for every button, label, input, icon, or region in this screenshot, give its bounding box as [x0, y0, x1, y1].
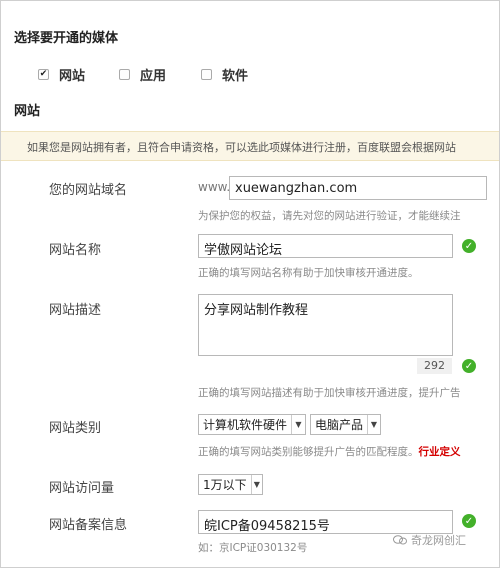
- icp-record-label: 网站备案信息: [49, 518, 128, 533]
- domain-hint: 为保护您的权益，请先对您的网站进行验证，才能继续注: [198, 210, 461, 222]
- dropdown-arrow-icon[interactable]: ▼: [291, 415, 305, 434]
- site-name-label: 网站名称: [49, 243, 102, 258]
- site-category-hint-text: 正确的填写网站类别能够提升广告的匹配程度。: [198, 446, 419, 458]
- wechat-icon: [393, 535, 407, 545]
- site-name-input[interactable]: 学傲网站论坛: [198, 234, 453, 258]
- icp-record-hint: 如：京ICP证030132号: [198, 542, 308, 554]
- site-description-label: 网站描述: [49, 303, 102, 318]
- icp-record-input[interactable]: 皖ICP备09458215号: [198, 510, 453, 534]
- dropdown-arrow-icon[interactable]: ▼: [250, 475, 262, 494]
- select-value: 1万以下: [203, 478, 247, 492]
- media-option-website[interactable]: ✔ 网站: [38, 65, 85, 84]
- site-traffic-label: 网站访问量: [49, 481, 115, 496]
- dropdown-arrow-icon[interactable]: ▼: [367, 415, 380, 434]
- checkbox-empty[interactable]: [119, 69, 130, 80]
- media-option-label: 网站: [59, 69, 86, 84]
- ok-circle-icon: ✓: [462, 239, 476, 253]
- industry-definition-link[interactable]: 行业定义: [419, 446, 461, 458]
- media-option-label: 应用: [140, 69, 167, 84]
- media-option-software[interactable]: 软件: [201, 65, 248, 84]
- media-option-app[interactable]: 应用: [119, 65, 166, 84]
- site-category-hint: 正确的填写网站类别能够提升广告的匹配程度。行业定义: [198, 444, 461, 459]
- site-category-label: 网站类别: [49, 421, 102, 436]
- domain-input[interactable]: xuewangzhan.com: [229, 176, 487, 200]
- media-option-label: 软件: [222, 69, 249, 84]
- media-section-title: 选择要开通的媒体: [14, 31, 119, 46]
- watermark-text: 奇龙网创汇: [411, 534, 466, 547]
- domain-prefix: www.: [198, 180, 231, 194]
- media-signup-panel: 选择要开通的媒体 ✔ 网站 应用 软件 网站 如果您是网站拥有者，且符合申请资格…: [0, 0, 500, 568]
- category-select-secondary[interactable]: 电脑产品 ▼: [310, 414, 381, 435]
- check-mark-icon[interactable]: ✔: [38, 69, 49, 80]
- checkbox-empty[interactable]: [201, 69, 212, 80]
- select-value: 电脑产品: [315, 418, 364, 432]
- ok-circle-icon: ✓: [462, 359, 476, 373]
- select-value: 计算机软件硬件: [203, 418, 288, 432]
- traffic-select[interactable]: 1万以下 ▼: [198, 474, 263, 495]
- website-section-title: 网站: [14, 104, 41, 119]
- site-description-textarea[interactable]: 分享网站制作教程: [198, 294, 453, 356]
- watermark: 奇龙网创汇: [393, 532, 466, 548]
- ok-circle-icon: ✓: [462, 514, 476, 528]
- eligibility-notice: 如果您是网站拥有者，且符合申请资格，可以选此项媒体进行注册，百度联盟会根据网站: [1, 131, 499, 161]
- description-char-counter: 292: [417, 358, 452, 374]
- site-description-hint: 正确的填写网站描述有助于加快审核开通进度，提升广告: [198, 387, 461, 399]
- category-select-primary[interactable]: 计算机软件硬件 ▼: [198, 414, 306, 435]
- domain-label: 您的网站域名: [49, 183, 128, 198]
- site-name-hint: 正确的填写网站名称有助于加快审核开通进度。: [198, 267, 419, 279]
